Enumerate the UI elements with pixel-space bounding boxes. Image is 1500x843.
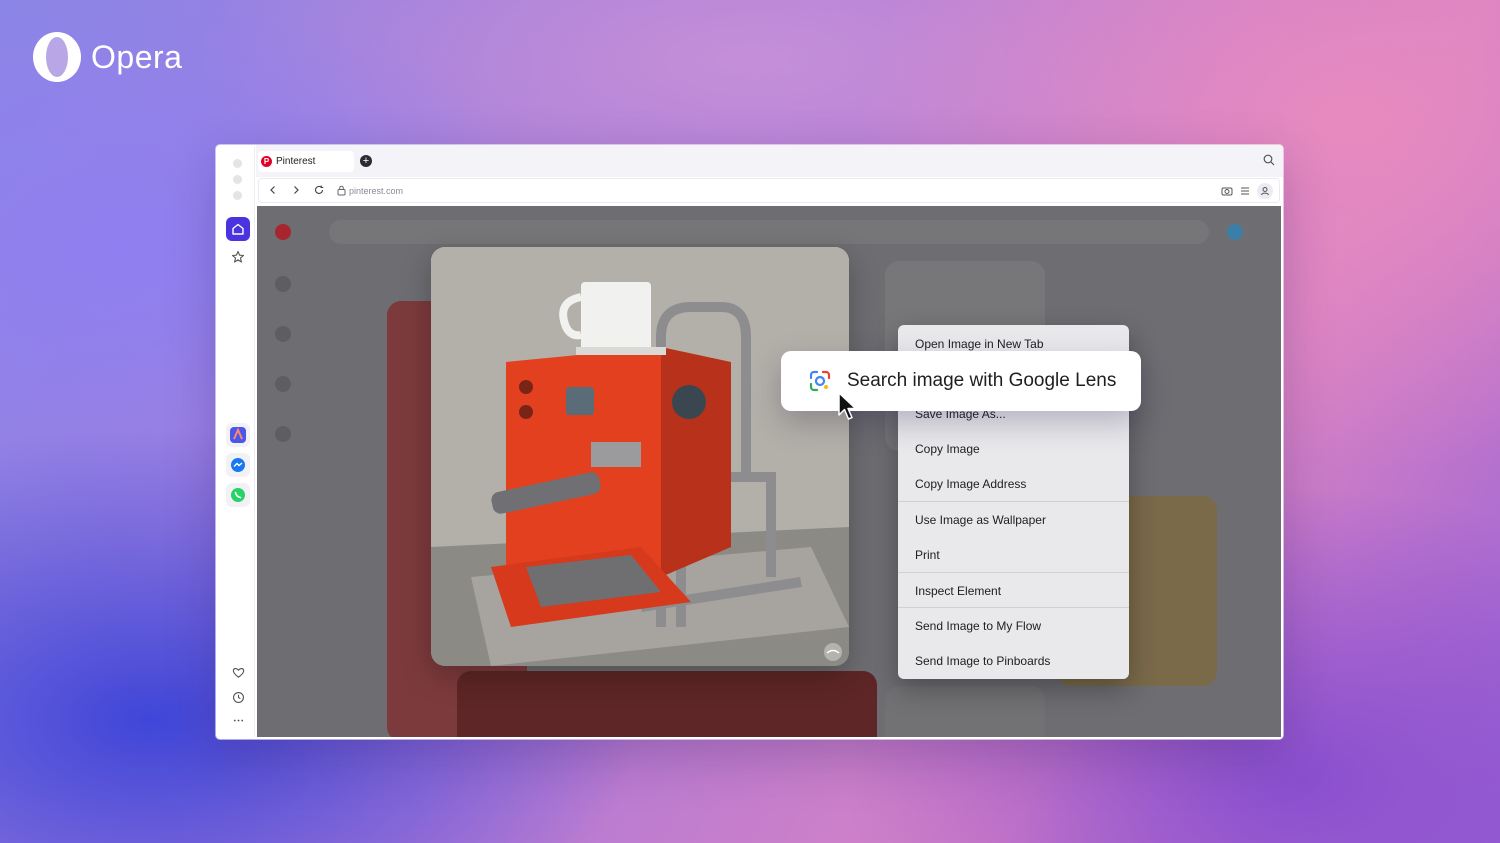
profile-button[interactable] (1257, 183, 1273, 199)
pinterest-search-bar (329, 220, 1209, 244)
bookmark-star-icon (231, 250, 245, 263)
aria-app-icon (230, 427, 246, 443)
pinterest-logo (275, 224, 291, 240)
nav-dot (275, 376, 291, 392)
sidebar (218, 147, 255, 737)
sidebar-bookmarks-button[interactable] (226, 245, 250, 269)
opera-brand: Opera (31, 30, 182, 84)
sidebar-more-button[interactable] (226, 708, 250, 732)
mouse-cursor-icon (838, 392, 857, 420)
tab-label: Pinterest (276, 156, 316, 167)
pinterest-favicon-icon: P (261, 156, 272, 167)
history-clock-icon (232, 691, 244, 703)
menu-item-copy-image[interactable]: Copy Image (898, 431, 1129, 466)
address-bar[interactable]: pinterest.com (258, 178, 1280, 203)
pin-card (885, 686, 1045, 737)
camera-snapshot-icon[interactable] (1221, 185, 1233, 197)
tab-search-icon[interactable] (1263, 154, 1275, 166)
reload-icon[interactable] (313, 184, 325, 196)
easy-setup-icon[interactable] (1239, 185, 1251, 197)
menu-item-use-image-as-wallpaper[interactable]: Use Image as Wallpaper (898, 502, 1129, 537)
home-icon (232, 223, 244, 235)
url-text: pinterest.com (349, 186, 404, 196)
more-icon (233, 719, 243, 721)
sidebar-home-button[interactable] (226, 217, 250, 241)
menu-item-print[interactable]: Print (898, 537, 1129, 572)
menu-item-send-image-to-my-flow[interactable]: Send Image to My Flow (898, 608, 1129, 643)
sidebar-whatsapp-button[interactable] (226, 483, 250, 507)
opera-wordmark: Opera (91, 38, 183, 75)
google-lens-icon (809, 370, 831, 392)
espresso-machine-image[interactable] (431, 247, 849, 666)
sidebar-favorites-button[interactable] (226, 660, 250, 684)
tab-pinterest[interactable]: P Pinterest (258, 151, 354, 172)
google-lens-label: Search image with Google Lens (847, 370, 1117, 391)
nav-dot (275, 326, 291, 342)
address-actions (1221, 183, 1273, 199)
tab-bar: P Pinterest + (256, 145, 1283, 177)
window-maximize-dot[interactable] (233, 191, 242, 200)
sidebar-history-button[interactable] (226, 685, 250, 709)
messenger-icon (231, 458, 245, 472)
window-close-dot[interactable] (233, 159, 242, 168)
pin-card (457, 671, 877, 737)
lens-badge-icon[interactable] (823, 642, 843, 662)
user-avatar (1227, 224, 1243, 240)
menu-item-inspect-element[interactable]: Inspect Element (898, 573, 1129, 608)
opera-logo-icon (33, 32, 81, 82)
sidebar-messenger-button[interactable] (226, 453, 250, 477)
back-icon[interactable] (267, 184, 279, 196)
profile-icon (1261, 187, 1269, 196)
menu-item-copy-image-address[interactable]: Copy Image Address (898, 466, 1129, 501)
nav-dot (275, 426, 291, 442)
new-tab-button[interactable]: + (360, 155, 372, 167)
lock-icon (337, 185, 346, 196)
heart-icon (232, 667, 244, 678)
window-minimize-dot[interactable] (233, 175, 242, 184)
menu-item-search-with-google-lens[interactable]: Search image with Google Lens (781, 351, 1141, 411)
sidebar-aria-button[interactable] (226, 423, 250, 447)
menu-item-send-image-to-pinboards[interactable]: Send Image to Pinboards (898, 643, 1129, 678)
whatsapp-icon (231, 488, 245, 502)
nav-dot (275, 276, 291, 292)
espresso-machine-illustration (431, 247, 849, 666)
forward-icon[interactable] (290, 184, 302, 196)
